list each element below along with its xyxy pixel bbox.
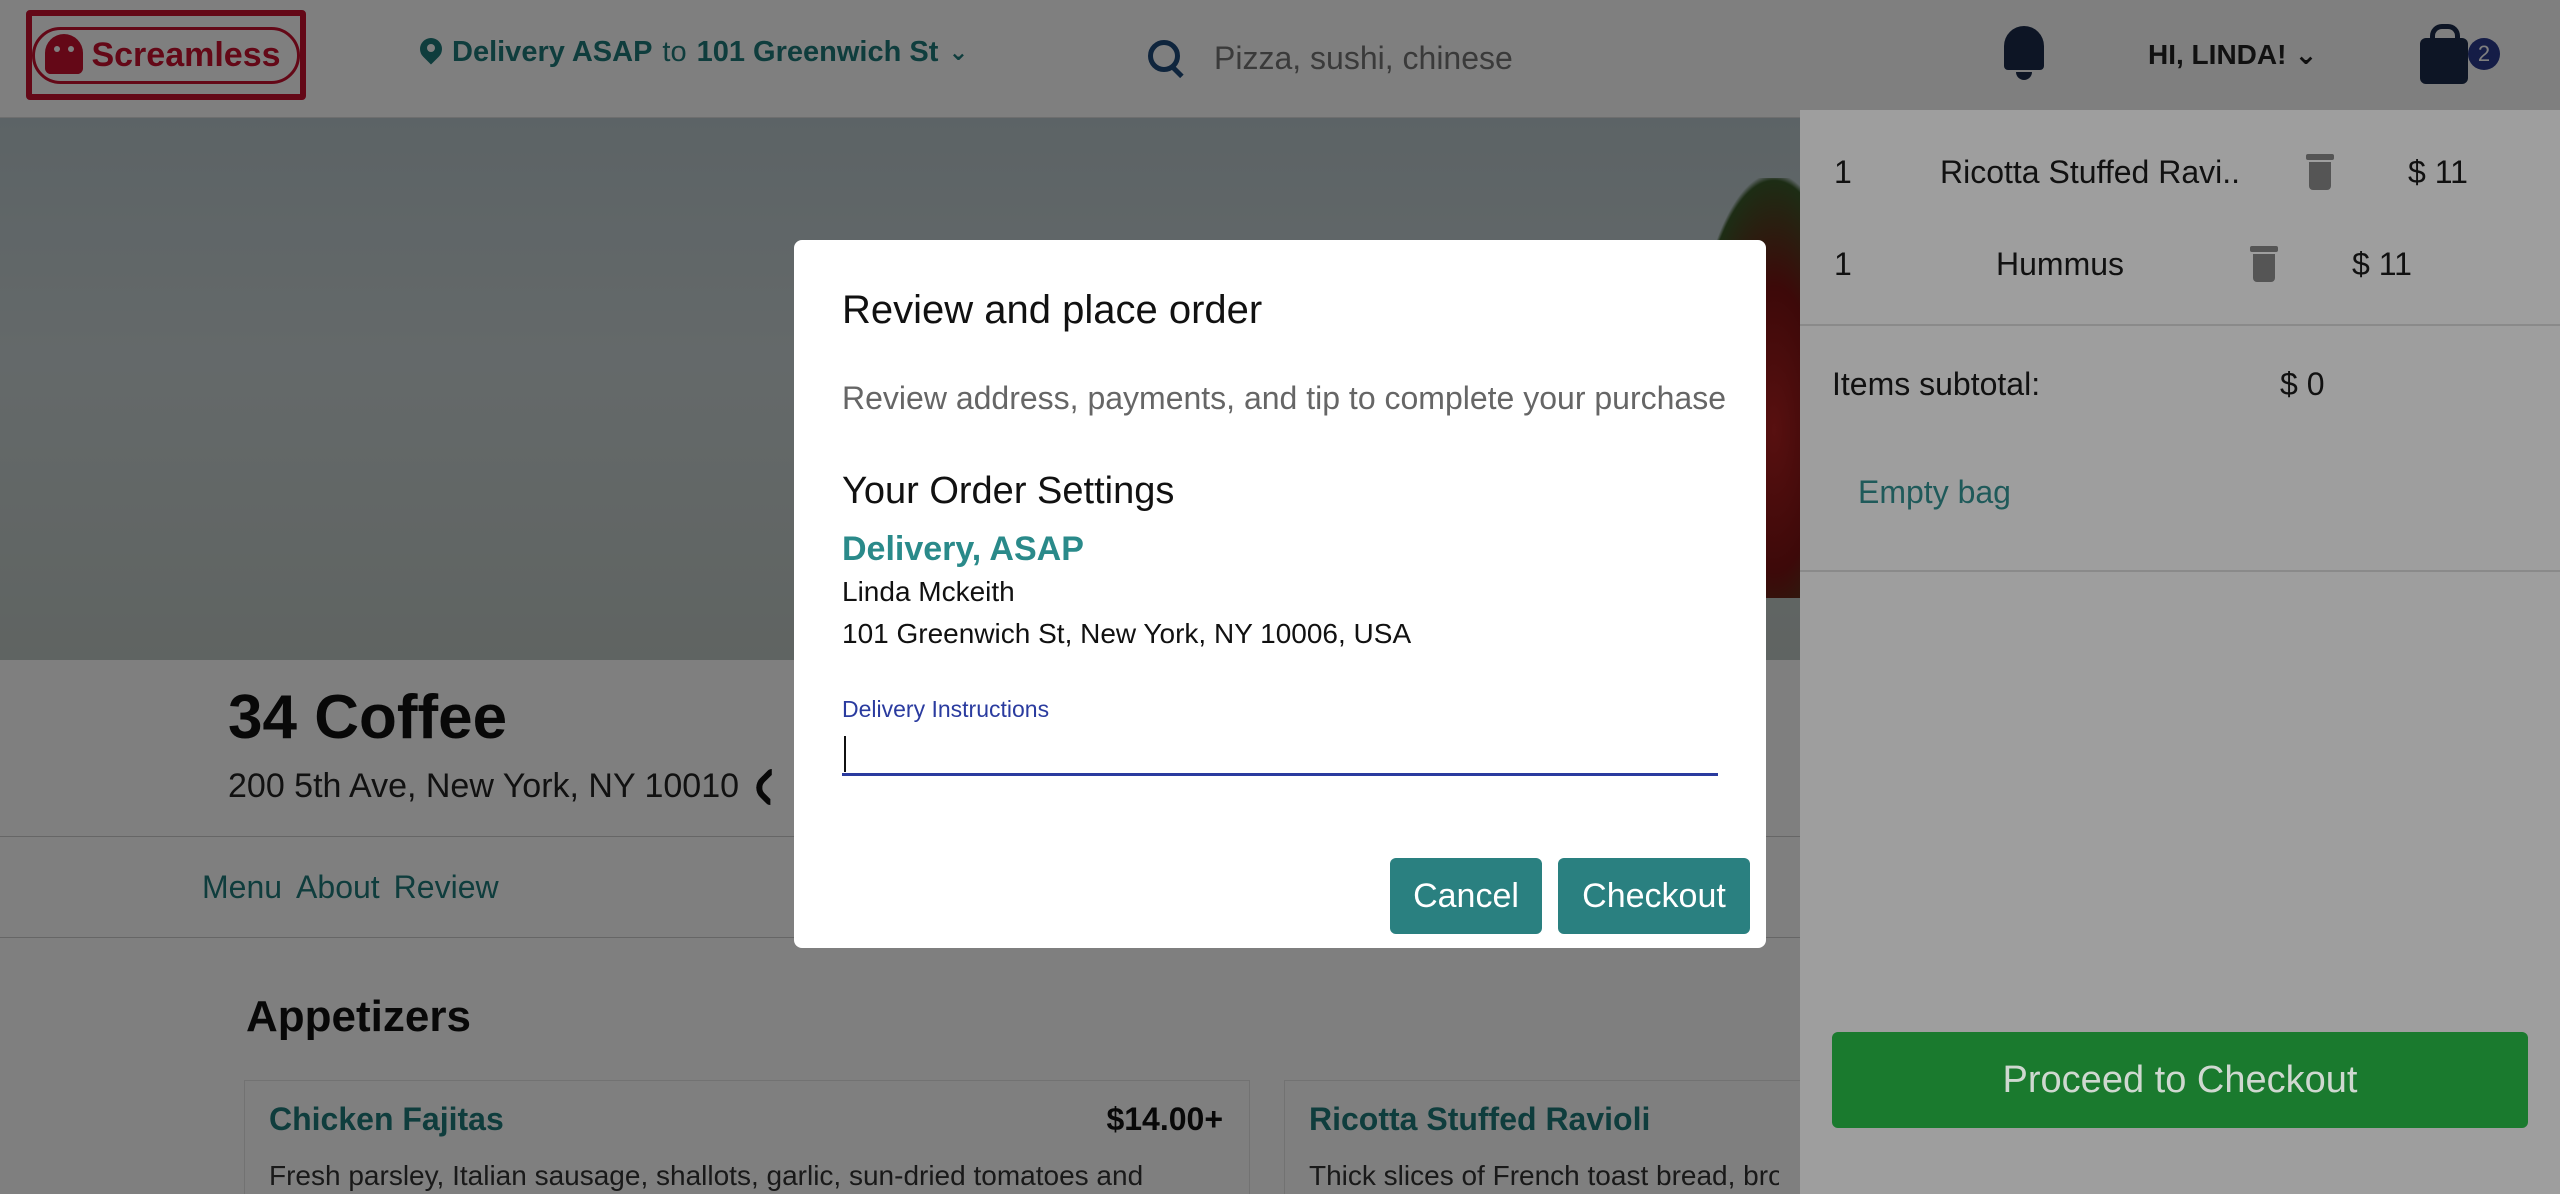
cart-item-name: Hummus — [1996, 246, 2125, 282]
trash-icon[interactable] — [2306, 154, 2334, 190]
cart-divider — [1800, 570, 2560, 572]
subtotal-value: $ 0 — [2280, 366, 2325, 402]
dialog-subtitle: Review address, payments, and tip to com… — [842, 380, 1727, 416]
dialog-title: Review and place order — [842, 288, 1263, 332]
cart-item-name: Ricotta Stuffed Ravi.. — [1940, 154, 2240, 190]
delivery-instructions-input[interactable] — [842, 730, 1718, 776]
delivery-type: Delivery, ASAP — [842, 530, 1084, 568]
cart-item-price: $ 11 — [2352, 246, 2412, 282]
cart-item-qty: 1 — [1834, 154, 1852, 190]
cart-item-qty: 1 — [1834, 246, 1852, 282]
proceed-to-checkout-button[interactable]: Proceed to Checkout — [1832, 1032, 2528, 1128]
order-settings-heading: Your Order Settings — [842, 470, 1175, 512]
cart-item: 1 Hummus $ 11 — [1800, 234, 2560, 294]
customer-name: Linda Mckeith — [842, 576, 1015, 607]
cart-item-price: $ 11 — [2408, 154, 2468, 190]
review-order-dialog: Review and place order Review address, p… — [794, 240, 1766, 948]
trash-icon[interactable] — [2250, 246, 2278, 282]
cart-items-list: 1 Ricotta Stuffed Ravi.. $ 11 1 Hummus $… — [1800, 110, 2560, 326]
cancel-button[interactable]: Cancel — [1390, 858, 1542, 934]
cart-item: 1 Ricotta Stuffed Ravi.. $ 11 — [1800, 142, 2560, 202]
cart-panel: 1 Ricotta Stuffed Ravi.. $ 11 1 Hummus $… — [1800, 110, 2560, 1194]
delivery-instructions-label: Delivery Instructions — [842, 696, 1050, 722]
checkout-button[interactable]: Checkout — [1558, 858, 1750, 934]
customer-address: 101 Greenwich St, New York, NY 10006, US… — [842, 618, 1412, 649]
text-caret — [844, 736, 846, 772]
empty-bag-link[interactable]: Empty bag — [1858, 474, 2011, 511]
subtotal-label: Items subtotal: — [1832, 366, 2041, 402]
